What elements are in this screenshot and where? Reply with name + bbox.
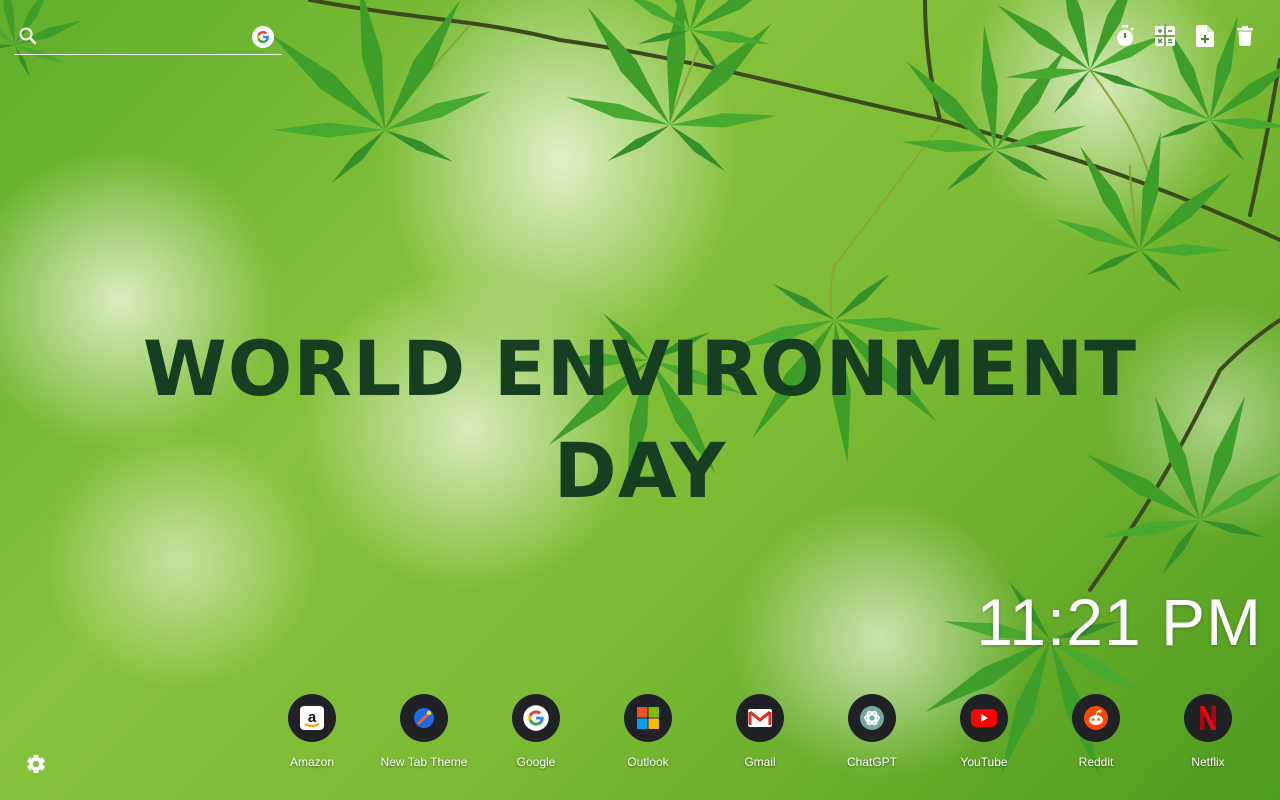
page-headline: WORLD ENVIRONMENT DAY [0,318,1280,522]
shortcut-label: Reddit [1078,755,1114,769]
gmail-icon [736,694,784,742]
shortcut-label: Netflix [1191,755,1225,769]
shortcut-label: Outlook [627,755,669,769]
google-search-engine-icon[interactable] [252,26,274,48]
settings-gear-icon[interactable] [25,753,47,775]
clock: 11:21 PM [976,585,1262,659]
google-icon [512,694,560,742]
shortcut-label: YouTube [960,755,1008,769]
headline-line-2: DAY [553,426,727,515]
timer-icon[interactable] [1114,24,1136,48]
shortcut-google[interactable]: Google [480,694,592,769]
shortcut-youtube[interactable]: YouTube [928,694,1040,769]
shortcut-amazon[interactable]: a Amazon [256,694,368,769]
chatgpt-icon [848,694,896,742]
youtube-icon [960,694,1008,742]
netflix-icon [1184,694,1232,742]
search-bar[interactable] [14,22,282,55]
new-note-icon[interactable] [1194,24,1216,48]
new-tab-theme-icon [400,694,448,742]
top-toolbar [1114,24,1256,48]
shortcut-netflix[interactable]: Netflix [1152,694,1264,769]
reddit-icon [1072,694,1120,742]
shortcut-outlook[interactable]: Outlook [592,694,704,769]
search-icon[interactable] [18,26,38,46]
amazon-icon: a [288,694,336,742]
search-input[interactable] [46,24,250,52]
outlook-icon [624,694,672,742]
shortcut-new-tab-theme[interactable]: New Tab Theme [368,694,480,769]
shortcut-label: Amazon [289,755,335,769]
shortcut-label: Google [516,755,556,769]
shortcut-label: Gmail [744,755,776,769]
calculator-icon[interactable] [1154,24,1176,48]
shortcut-reddit[interactable]: Reddit [1040,694,1152,769]
headline-line-1: WORLD ENVIRONMENT [142,324,1138,413]
svg-text:a: a [308,709,317,726]
shortcut-gmail[interactable]: Gmail [704,694,816,769]
shortcut-chatgpt[interactable]: ChatGPT [816,694,928,769]
trash-icon[interactable] [1234,24,1256,48]
shortcut-label: ChatGPT [846,755,897,769]
shortcut-label: New Tab Theme [380,755,468,769]
shortcuts-bar: a Amazon New Tab Theme Google Outlook Gm… [256,694,1264,769]
